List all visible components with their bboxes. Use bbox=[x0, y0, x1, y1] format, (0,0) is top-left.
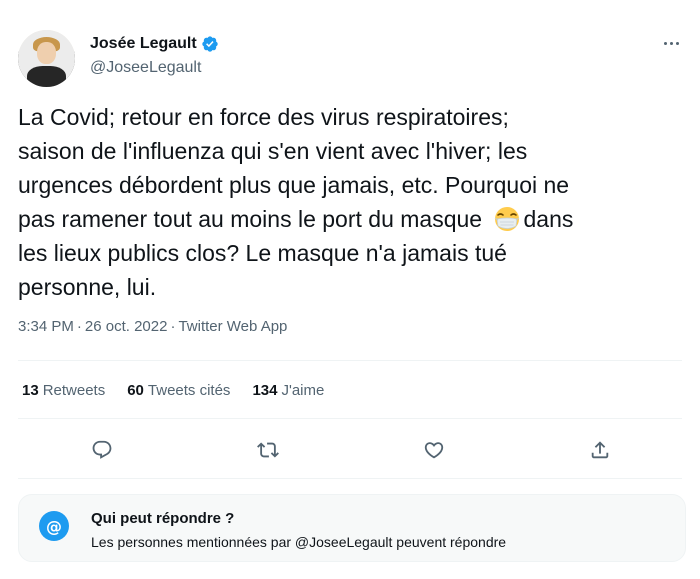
heart-icon bbox=[424, 442, 444, 459]
avatar[interactable] bbox=[18, 30, 75, 87]
meta-separator: · bbox=[76, 318, 82, 335]
avatar-face bbox=[37, 42, 56, 64]
reply-restriction-description: Les personnes mentionnées par @JoseeLega… bbox=[91, 534, 507, 550]
like-button[interactable] bbox=[416, 432, 452, 468]
divider bbox=[18, 478, 682, 479]
retweets-count: 13 bbox=[22, 382, 39, 399]
retweet-icon bbox=[257, 442, 279, 458]
quotes-label: Tweets cités bbox=[147, 382, 231, 399]
quotes-count: 60 bbox=[127, 382, 144, 399]
share-button[interactable] bbox=[582, 432, 618, 468]
at-symbol: @ bbox=[46, 516, 62, 536]
retweets-label: Retweets bbox=[42, 382, 106, 399]
tweet-text-part-1: La Covid; retour en force des virus resp… bbox=[18, 104, 570, 232]
quotes-stat[interactable]: 60 Tweets cités bbox=[127, 381, 230, 401]
tweet-actions bbox=[18, 432, 682, 468]
retweets-stat[interactable]: 13 Retweets bbox=[22, 381, 105, 401]
author-display-name[interactable]: Josée Legault bbox=[90, 34, 197, 54]
more-dot-icon bbox=[669, 41, 673, 45]
face-with-medical-mask-emoji bbox=[495, 207, 520, 231]
likes-stat[interactable]: 134 J'aime bbox=[252, 381, 324, 401]
tweet-meta: 3:34 PM · 26 oct. 2022 · Twitter Web App bbox=[18, 317, 287, 337]
tweet-time[interactable]: 3:34 PM bbox=[18, 318, 74, 335]
reply-icon bbox=[92, 440, 112, 459]
reply-button[interactable] bbox=[84, 432, 120, 468]
avatar-body bbox=[27, 66, 66, 87]
retweet-button[interactable] bbox=[250, 432, 286, 468]
more-options-button[interactable] bbox=[660, 34, 682, 52]
tweet-stats: 13 Retweets 60 Tweets cités 134 J'aime bbox=[22, 381, 324, 401]
author-name-row[interactable]: Josée Legault bbox=[90, 34, 219, 54]
meta-separator: · bbox=[170, 318, 176, 335]
share-icon bbox=[591, 441, 609, 459]
more-dot-icon bbox=[663, 41, 667, 45]
at-icon: @ bbox=[39, 511, 69, 541]
tweet-text: La Covid; retour en force des virus resp… bbox=[18, 100, 688, 304]
divider bbox=[18, 418, 682, 419]
tweet-source[interactable]: Twitter Web App bbox=[178, 318, 287, 335]
reply-restriction-title: Qui peut répondre ? bbox=[91, 510, 235, 527]
author-info: Josée Legault @JoseeLegault bbox=[90, 34, 219, 78]
likes-label: J'aime bbox=[281, 382, 325, 399]
verified-badge-icon bbox=[202, 36, 218, 52]
tweet-date[interactable]: 26 oct. 2022 bbox=[85, 318, 168, 335]
more-dot-icon bbox=[675, 41, 679, 45]
author-handle[interactable]: @JoseeLegault bbox=[90, 58, 219, 78]
tweet-header: Josée Legault @JoseeLegault bbox=[18, 30, 682, 88]
likes-count: 134 bbox=[252, 382, 278, 399]
reply-restriction-notice: @ Qui peut répondre ? Les personnes ment… bbox=[18, 494, 686, 562]
divider bbox=[18, 360, 682, 361]
